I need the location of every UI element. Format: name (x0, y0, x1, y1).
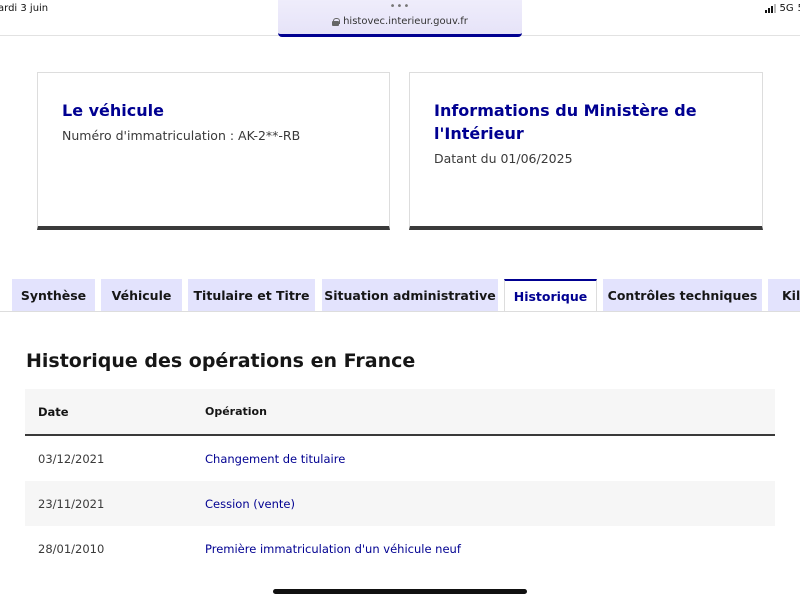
signal-icon (764, 4, 776, 13)
page-title: Historique des opérations en France (26, 350, 416, 372)
home-indicator[interactable] (273, 589, 527, 594)
history-table: Date Opération 03/12/2021 Changement de … (25, 389, 775, 571)
status-indicators: 5G 5 (764, 3, 800, 14)
header-operation: Opération (205, 405, 267, 418)
row-operation: Cession (vente) (205, 496, 295, 511)
tab-options-icon[interactable]: ••• (278, 2, 522, 12)
table-row: 03/12/2021 Changement de titulaire (25, 436, 775, 481)
ministry-card-title: Informations du Ministère de l'Intérieur (434, 101, 697, 143)
status-date: ardi 3 juin (0, 3, 49, 14)
vehicle-card-title: Le véhicule (62, 101, 164, 120)
row-operation: Première immatriculation d'un véhicule n… (205, 541, 461, 556)
tabs-divider (0, 311, 800, 312)
tab-situation-administrative[interactable]: Situation administrative (322, 279, 498, 311)
tab-kilometrage[interactable]: Kilo (768, 279, 800, 311)
tab-vehicule[interactable]: Véhicule (101, 279, 182, 311)
network-label: 5G (779, 3, 794, 14)
row-operation: Changement de titulaire (205, 451, 346, 466)
vehicle-card: Le véhicule Numéro d'immatriculation : A… (37, 72, 390, 230)
registration-number: Numéro d'immatriculation : AK-2**-RB (62, 128, 301, 143)
tab-titulaire[interactable]: Titulaire et Titre (188, 279, 315, 311)
tab-synthese[interactable]: Synthèse (12, 279, 95, 311)
address-bar[interactable]: ••• histovec.interieur.gouv.fr (278, 0, 522, 37)
url-text[interactable]: histovec.interieur.gouv.fr (343, 16, 468, 27)
table-row: 28/01/2010 Première immatriculation d'un… (25, 526, 775, 571)
lock-icon (332, 17, 341, 26)
header-date: Date (38, 404, 69, 419)
tab-historique[interactable]: Historique (504, 279, 597, 311)
tab-list: Synthèse Véhicule Titulaire et Titre Sit… (0, 279, 800, 311)
tab-controles-techniques[interactable]: Contrôles techniques (603, 279, 762, 311)
table-header: Date Opération (25, 389, 775, 436)
status-bar: ardi 3 juin ••• histovec.interieur.gouv.… (0, 0, 800, 37)
table-row: 23/11/2021 Cession (vente) (25, 481, 775, 526)
table-body: 03/12/2021 Changement de titulaire 23/11… (25, 436, 775, 571)
row-date: 28/01/2010 (38, 541, 105, 556)
row-date: 03/12/2021 (38, 451, 105, 466)
row-date: 23/11/2021 (38, 496, 105, 511)
ministry-card: Informations du Ministère de l'Intérieur… (409, 72, 763, 230)
data-date: Datant du 01/06/2025 (434, 151, 573, 166)
